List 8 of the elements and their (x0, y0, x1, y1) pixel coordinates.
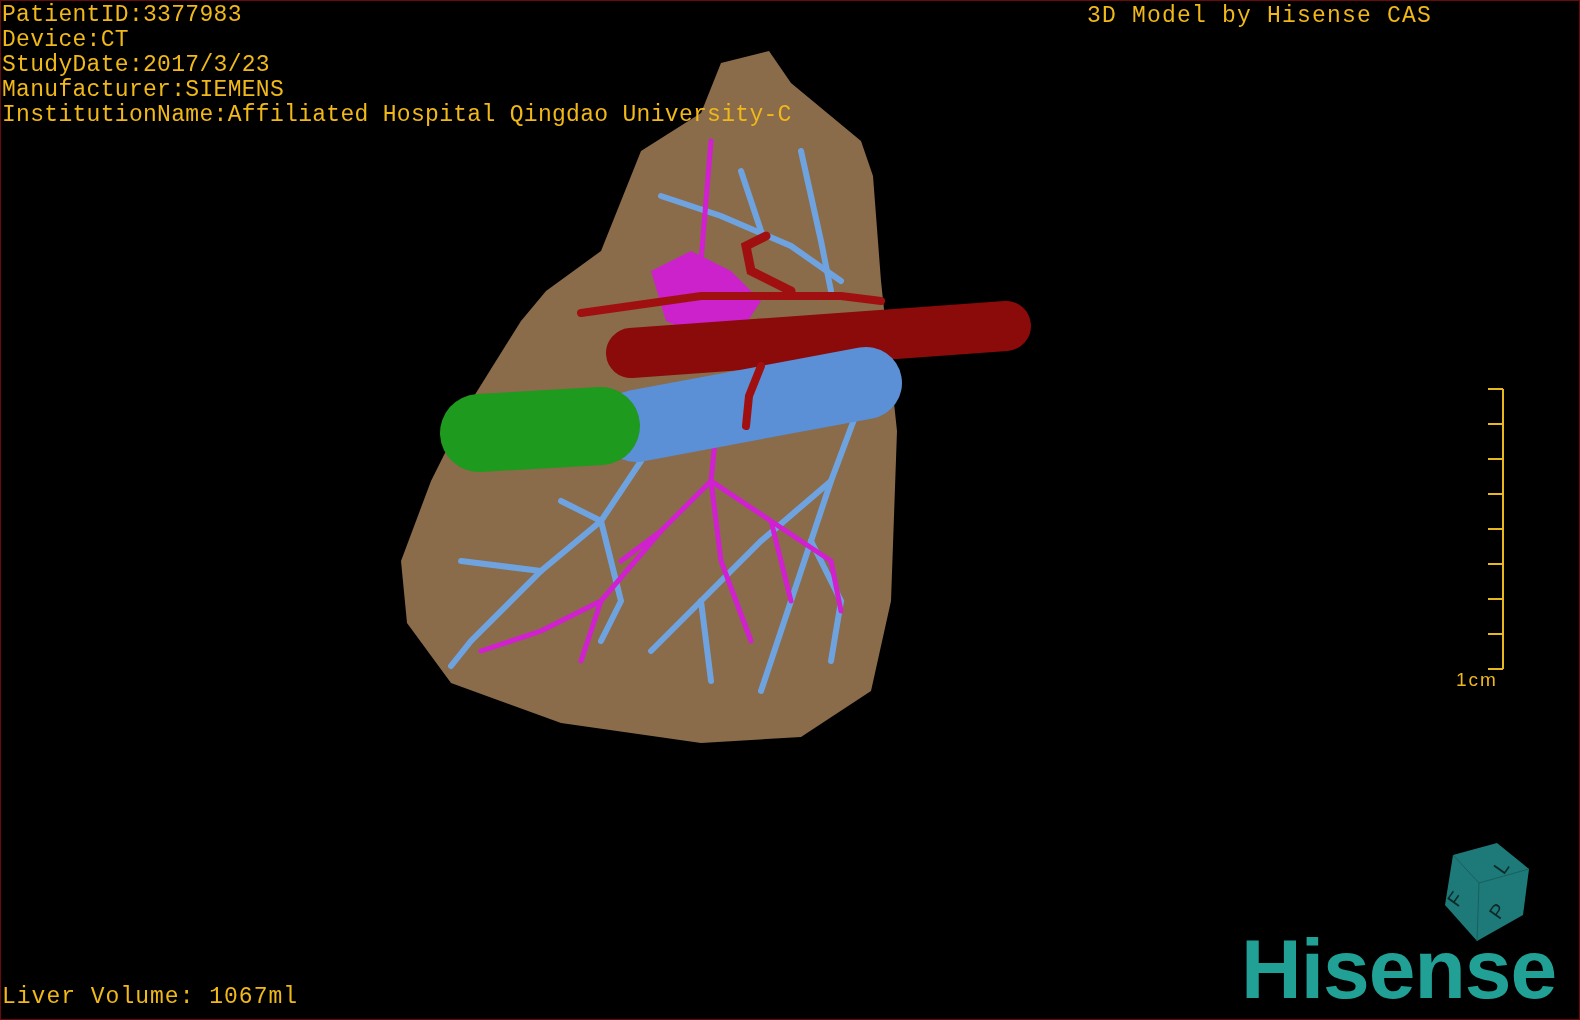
study-info-text: Device:CT (2, 28, 130, 53)
liver-volume-text: Liver Volume: 1067ml (2, 985, 299, 1010)
study-info-text: PatientID:3377983 (2, 3, 243, 28)
study-info-text: StudyDate:2017/3/23 (2, 53, 271, 78)
scale-label: 1cm (1456, 670, 1498, 690)
study-info-text: Manufacturer:SIEMENS (2, 78, 286, 103)
credit-text: 3D Model by Hisense CAS (1087, 4, 1433, 29)
logo: Hisense (1241, 927, 1557, 1011)
